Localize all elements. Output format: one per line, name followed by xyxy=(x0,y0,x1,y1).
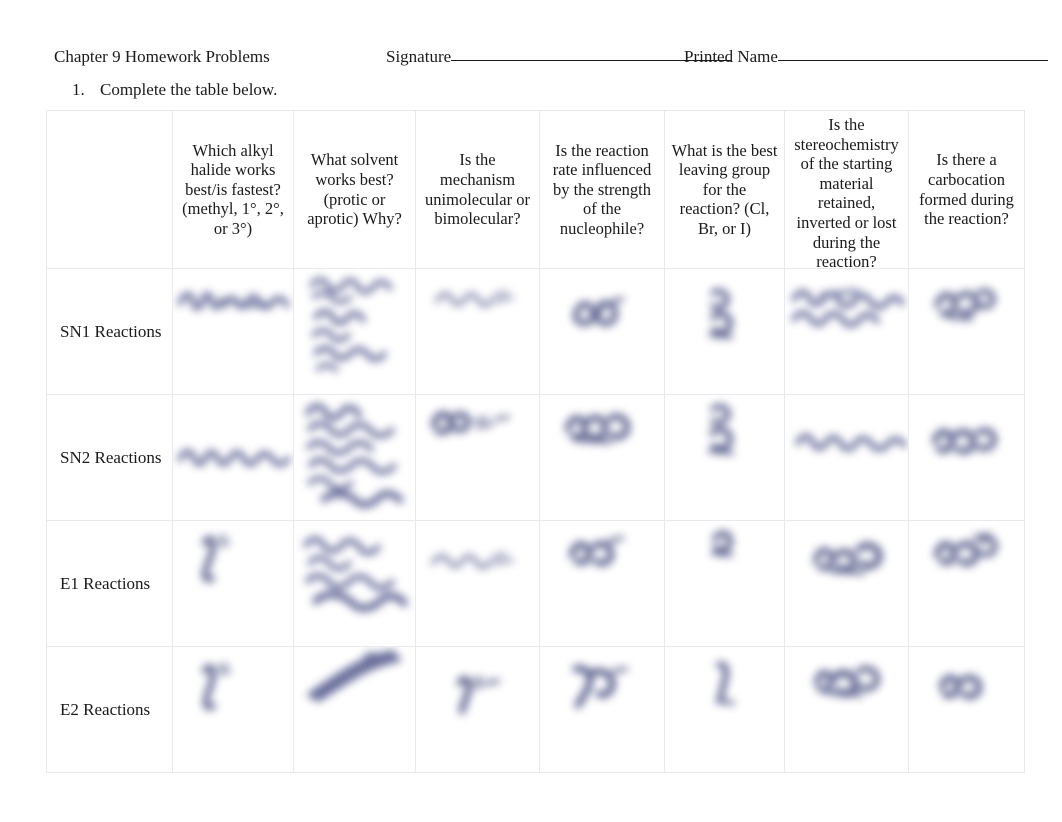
handwriting-ink xyxy=(308,273,404,381)
handwriting-ink xyxy=(931,531,1001,571)
instruction-text: Complete the table below. xyxy=(100,80,278,99)
header-label-carbocation: Is there a carbocation formed during the… xyxy=(919,150,1014,229)
worksheet-page: Chapter 9 Homework Problems Signature Pr… xyxy=(0,0,1062,822)
header-label-solvent: What solvent works best? (protic or apro… xyxy=(307,150,402,229)
signature-label: Signature xyxy=(386,47,452,66)
handwriting-ink xyxy=(811,537,887,577)
header-label-rate: Is the reaction rate influenced by the s… xyxy=(552,140,652,238)
printed-name-rule[interactable] xyxy=(777,60,1048,61)
header-cell-leaving-group: What is the best leaving group for the r… xyxy=(664,110,785,269)
header-cell-solvent: What solvent works best? (protic or apro… xyxy=(293,110,416,269)
row-label-cell-sn1: SN1 Reactions xyxy=(46,268,173,395)
header-cell-carbocation: Is there a carbocation formed during the… xyxy=(908,110,1025,269)
handwriting-ink xyxy=(929,423,1001,455)
handwriting-ink xyxy=(195,533,237,585)
handwriting-ink xyxy=(935,669,993,703)
answer-cell-sn2-mechanism[interactable] xyxy=(415,394,540,521)
handwriting-ink xyxy=(931,283,1001,323)
handwriting-ink xyxy=(562,409,636,445)
answer-cell-e2-stereochemistry[interactable] xyxy=(784,646,909,773)
signature-field[interactable]: Signature xyxy=(386,46,732,68)
answer-cell-sn1-alkyl-halide[interactable] xyxy=(172,268,294,395)
handwriting-ink xyxy=(426,405,518,435)
answer-cell-sn2-alkyl-halide[interactable] xyxy=(172,394,294,521)
handwriting-ink xyxy=(701,287,749,347)
instruction-item: 1. Complete the table below. xyxy=(72,79,277,101)
handwriting-ink xyxy=(570,295,632,331)
row-label-e1: E1 Reactions xyxy=(60,574,151,593)
header-cell-mechanism: Is the mechanism unimolecular or bimolec… xyxy=(415,110,540,269)
header-cell-alkyl-halide: Which alkyl halide works best/is fastest… xyxy=(172,110,294,269)
answer-cell-e2-solvent[interactable] xyxy=(293,646,416,773)
header-cell-rate: Is the reaction rate influenced by the s… xyxy=(539,110,665,269)
printed-name-label: Printed Name xyxy=(684,47,778,66)
row-label-sn1: SN1 Reactions xyxy=(60,322,162,341)
document-header: Chapter 9 Homework Problems Signature Pr… xyxy=(54,46,1048,70)
handwriting-ink xyxy=(450,675,508,717)
answer-cell-e1-leaving-group[interactable] xyxy=(664,520,785,647)
table-row: E1 Reactions xyxy=(46,520,1025,647)
worksheet-table: Which alkyl halide works best/is fastest… xyxy=(46,110,1025,773)
header-label-mechanism: Is the mechanism unimolecular or bimolec… xyxy=(425,150,530,229)
answer-cell-e1-rate[interactable] xyxy=(539,520,665,647)
answer-cell-e1-mechanism[interactable] xyxy=(415,520,540,647)
handwriting-ink xyxy=(302,531,410,621)
handwriting-ink xyxy=(566,533,632,569)
handwriting-ink xyxy=(308,650,412,703)
handwriting-ink xyxy=(430,543,522,573)
answer-cell-sn2-carbocation[interactable] xyxy=(908,394,1025,521)
header-cell-stereochemistry: Is the stereochemistry of the starting m… xyxy=(784,110,909,269)
header-label-leaving-group: What is the best leaving group for the r… xyxy=(671,140,778,238)
answer-cell-sn1-leaving-group[interactable] xyxy=(664,268,785,395)
answer-cell-e2-rate[interactable] xyxy=(539,646,665,773)
row-label-cell-e2: E2 Reactions xyxy=(46,646,173,773)
answer-cell-e1-alkyl-halide[interactable] xyxy=(172,520,294,647)
instruction-number: 1. xyxy=(72,80,85,99)
handwriting-ink xyxy=(791,283,905,341)
handwriting-ink xyxy=(434,281,518,311)
answer-cell-sn1-rate[interactable] xyxy=(539,268,665,395)
answer-cell-sn1-carbocation[interactable] xyxy=(908,268,1025,395)
answer-cell-sn2-solvent[interactable] xyxy=(293,394,416,521)
answer-cell-e2-leaving-group[interactable] xyxy=(664,646,785,773)
handwriting-ink xyxy=(195,661,237,711)
answer-cell-e2-mechanism[interactable] xyxy=(415,646,540,773)
row-label-e2: E2 Reactions xyxy=(60,700,151,719)
handwriting-ink xyxy=(304,399,410,511)
handwriting-ink xyxy=(701,401,749,463)
page-title: Chapter 9 Homework Problems xyxy=(54,47,270,66)
table-row: SN1 Reactions xyxy=(46,268,1025,395)
answer-cell-e1-carbocation[interactable] xyxy=(908,520,1025,647)
header-label-alkyl-halide: Which alkyl halide works best/is fastest… xyxy=(182,140,284,238)
row-label-cell-sn2: SN2 Reactions xyxy=(46,394,173,521)
answer-cell-e1-stereochemistry[interactable] xyxy=(784,520,909,647)
answer-cell-sn2-leaving-group[interactable] xyxy=(664,394,785,521)
worksheet-table-wrap: Which alkyl halide works best/is fastest… xyxy=(46,110,1025,773)
answer-cell-e1-solvent[interactable] xyxy=(293,520,416,647)
printed-name-field[interactable]: Printed Name xyxy=(684,46,1048,68)
answer-cell-sn2-stereochemistry[interactable] xyxy=(784,394,909,521)
handwriting-ink xyxy=(795,425,907,455)
handwriting-ink xyxy=(811,661,885,703)
handwriting-ink xyxy=(177,283,292,317)
answer-cell-sn2-rate[interactable] xyxy=(539,394,665,521)
answer-cell-e2-carbocation[interactable] xyxy=(908,646,1025,773)
answer-cell-sn1-solvent[interactable] xyxy=(293,268,416,395)
answer-cell-sn1-mechanism[interactable] xyxy=(415,268,540,395)
table-header-row: Which alkyl halide works best/is fastest… xyxy=(46,110,1025,269)
answer-cell-sn1-stereochemistry[interactable] xyxy=(784,268,909,395)
handwriting-ink xyxy=(568,665,634,709)
header-label-stereochemistry: Is the stereochemistry of the starting m… xyxy=(794,115,899,269)
handwriting-ink xyxy=(177,441,291,471)
table-row: SN2 Reactions xyxy=(46,394,1025,521)
handwriting-ink xyxy=(705,527,741,561)
row-label-sn2: SN2 Reactions xyxy=(60,448,162,467)
table-row: E2 Reactions xyxy=(46,646,1025,773)
answer-cell-e2-alkyl-halide[interactable] xyxy=(172,646,294,773)
handwriting-ink xyxy=(707,661,743,707)
row-label-cell-e1: E1 Reactions xyxy=(46,520,173,647)
header-cell-corner xyxy=(46,110,173,269)
